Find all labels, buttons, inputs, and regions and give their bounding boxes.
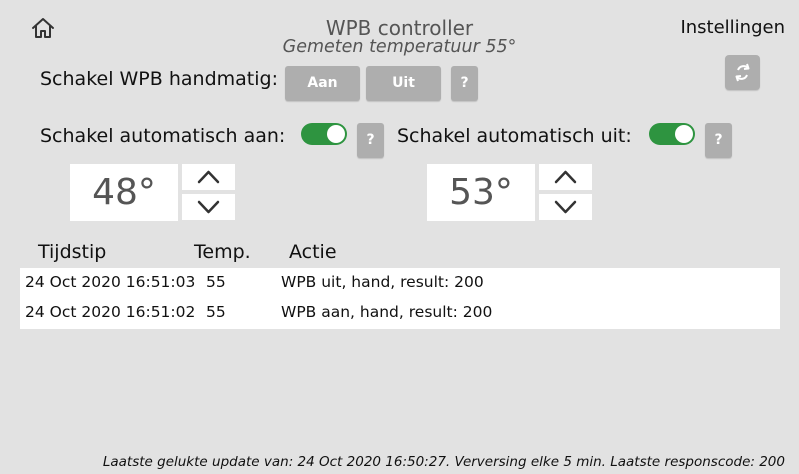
column-header-time: Tijdstip (38, 241, 107, 263)
manual-off-button[interactable]: Uit (366, 66, 441, 101)
table-cell-time: 24 Oct 2020 16:51:03 (25, 273, 196, 291)
column-header-temp: Temp. (194, 241, 251, 263)
auto-on-help-button[interactable]: ? (357, 123, 384, 158)
auto-on-label: Schakel automatisch aan: (40, 125, 286, 147)
table-row: 24 Oct 2020 16:51:03 55 WPB uit, hand, r… (20, 270, 780, 298)
chevron-up-icon (554, 170, 577, 184)
refresh-button[interactable] (725, 55, 760, 90)
measured-temperature: Gemeten temperatuur 55° (282, 37, 517, 57)
toggle-knob (327, 125, 345, 143)
table-cell-action: WPB uit, hand, result: 200 (281, 273, 484, 291)
column-header-action: Actie (289, 241, 337, 263)
chevron-down-icon (554, 200, 577, 214)
table-cell-time: 24 Oct 2020 16:51:02 (25, 303, 196, 321)
table-row: 24 Oct 2020 16:51:02 55 WPB aan, hand, r… (20, 300, 780, 328)
auto-on-decrease-button[interactable] (182, 194, 235, 220)
auto-off-temperature: 53° (427, 164, 535, 221)
log-table: 24 Oct 2020 16:51:03 55 WPB uit, hand, r… (20, 268, 780, 329)
table-cell-temp: 55 (206, 303, 226, 321)
table-cell-action: WPB aan, hand, result: 200 (281, 303, 493, 321)
settings-link[interactable]: Instellingen (680, 17, 785, 38)
auto-on-increase-button[interactable] (182, 164, 235, 190)
auto-off-toggle[interactable] (649, 123, 695, 145)
auto-on-temperature: 48° (70, 164, 178, 221)
chevron-up-icon (197, 170, 220, 184)
manual-help-button[interactable]: ? (451, 66, 478, 101)
auto-off-label: Schakel automatisch uit: (397, 125, 632, 147)
chevron-down-icon (197, 200, 220, 214)
status-footer: Laatste gelukte update van: 24 Oct 2020 … (102, 454, 785, 470)
auto-off-help-button[interactable]: ? (705, 123, 732, 158)
table-cell-temp: 55 (206, 273, 226, 291)
auto-off-decrease-button[interactable] (539, 194, 592, 220)
manual-switch-label: Schakel WPB handmatig: (40, 68, 278, 90)
toggle-knob (675, 125, 693, 143)
manual-on-button[interactable]: Aan (285, 66, 360, 101)
auto-on-toggle[interactable] (301, 123, 347, 145)
auto-off-increase-button[interactable] (539, 164, 592, 190)
refresh-icon (735, 63, 750, 82)
